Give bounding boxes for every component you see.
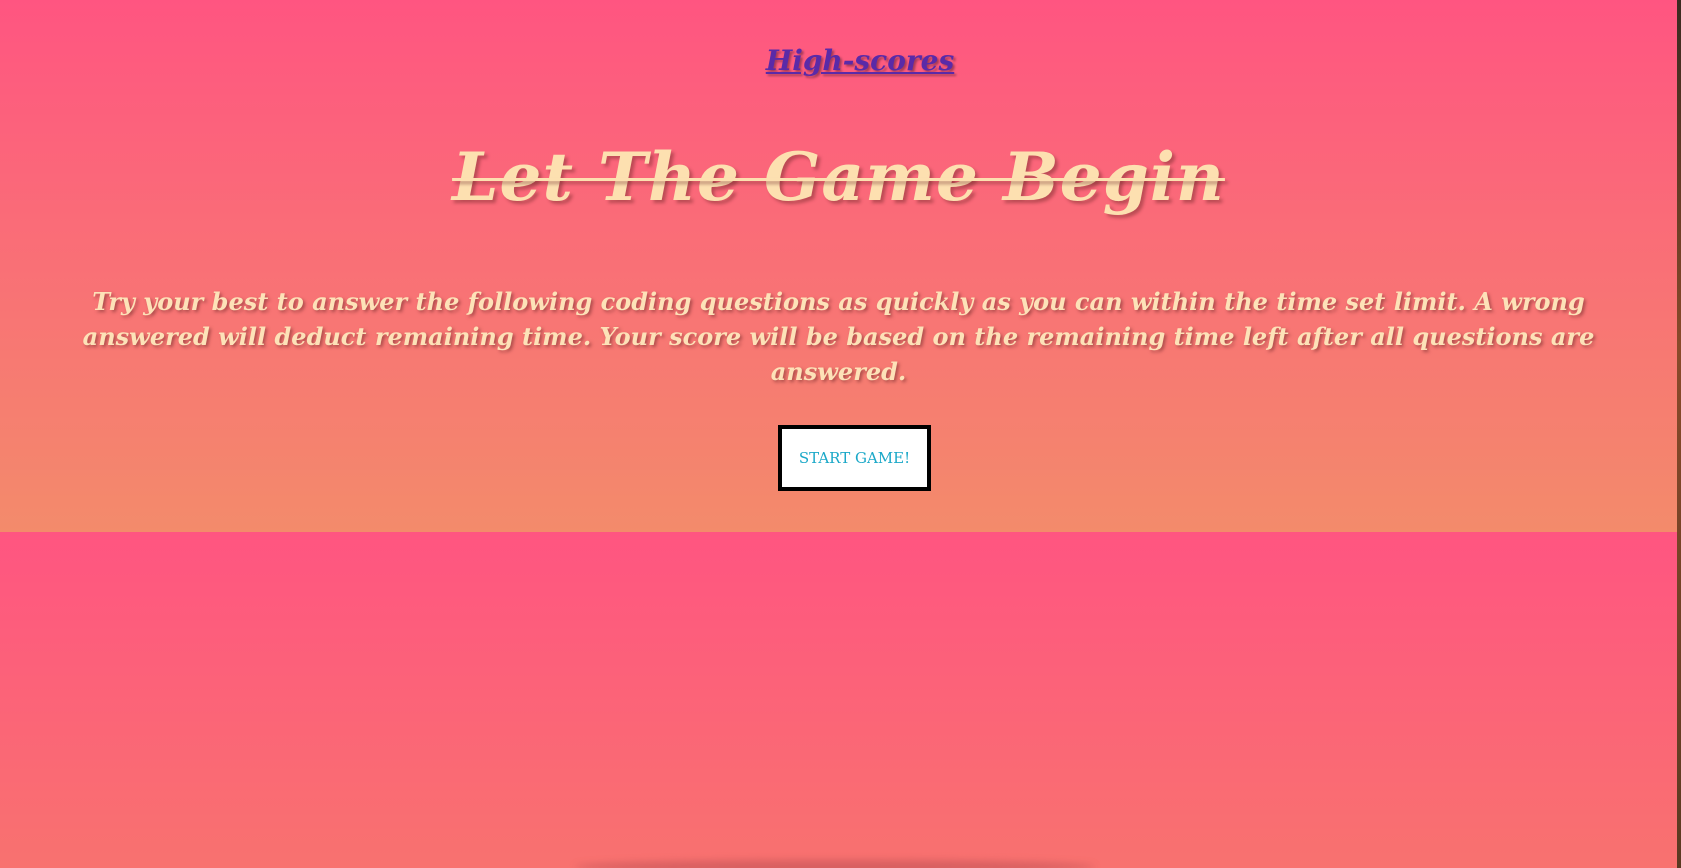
highscores-link[interactable]: High-scores xyxy=(0,44,1681,77)
lower-section xyxy=(0,532,1677,868)
right-edge-strip xyxy=(1677,0,1681,868)
bottom-shadow xyxy=(575,860,1095,868)
start-game-button[interactable]: START GAME! xyxy=(778,425,931,491)
page-title: Let The Game Begin xyxy=(452,138,1225,216)
hero-section: High-scores Let The Game Begin Try your … xyxy=(0,0,1677,532)
instructions-text: Try your best to answer the following co… xyxy=(82,287,1595,386)
